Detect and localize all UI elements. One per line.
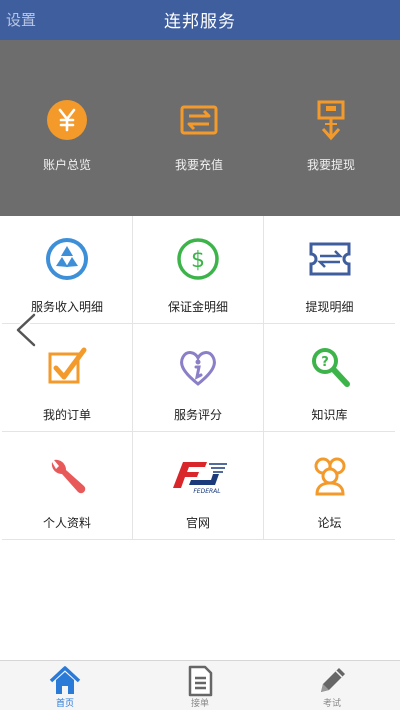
wrench-icon [51,459,86,494]
people-icon [314,457,345,496]
recharge-icon [180,105,218,135]
grid-item-official-site[interactable]: FEDERAL 官网 [133,432,264,540]
tab-exam[interactable]: 考试 [292,661,372,710]
heart-info-icon [180,351,216,386]
recharge-button[interactable]: 我要充值 [149,98,249,173]
tab-label: 考试 [322,699,341,709]
grid-item-label: 我的订单 [42,408,91,422]
magnifier-question-icon: ? [311,348,350,387]
tab-orders[interactable]: 接单 [160,661,240,710]
grid-item-label: 知识库 [311,408,348,422]
service-grid: 服务收入明细 $ 保证金明细 提现明细 我的订单 服务评分 ? 知识库 个人资料… [2,216,395,541]
grid-item-label: 服务评分 [173,408,222,422]
dollar-icon: $ [177,238,219,280]
withdraw-button[interactable]: 我要提现 [281,98,381,173]
grid-item-deposit[interactable]: $ 保证金明细 [133,216,264,324]
bottom-tab-bar: 首页 接单 考试 [0,660,400,710]
grid-item-label: 个人资料 [42,516,91,530]
withdraw-label: 我要提现 [306,158,355,172]
svg-text:FEDERAL: FEDERAL [193,488,220,495]
page-title: 连邦服务 [164,12,236,32]
grid-item-withdraw-detail[interactable]: 提现明细 [264,216,395,324]
svg-text:$: $ [191,248,205,273]
account-panel: 账户总览 我要充值 我要提现 [0,40,400,216]
transfer-ticket-icon [309,242,350,276]
checkbox-icon [48,347,87,384]
federal-logo-icon: FEDERAL [173,462,227,495]
account-overview-button[interactable]: 账户总览 [17,98,117,173]
grid-item-label: 提现明细 [305,300,354,314]
grid-item-label: 官网 [185,516,210,530]
recycle-icon [46,238,88,280]
grid-item-knowledge-base[interactable]: ? 知识库 [264,324,395,432]
pencil-icon [321,668,345,692]
grid-item-label: 保证金明细 [167,300,228,314]
recharge-label: 我要充值 [174,158,223,172]
grid-item-forum[interactable]: 论坛 [264,432,395,540]
tab-label: 接单 [190,699,209,709]
grid-item-profile[interactable]: 个人资料 [2,432,133,540]
title-bar: 设置 连邦服务 [0,0,400,40]
svg-text:?: ? [321,355,329,370]
grid-item-service-rating[interactable]: 服务评分 [133,324,264,432]
grid-item-service-income[interactable]: 服务收入明细 [2,216,133,324]
tab-home[interactable]: 首页 [25,661,105,710]
account-overview-label: 账户总览 [42,158,91,172]
grid-item-label: 论坛 [317,516,342,530]
withdraw-icon [317,100,345,141]
tab-label: 首页 [55,699,74,709]
chevron-left-icon[interactable] [12,312,40,348]
document-icon [188,665,213,697]
yen-icon [47,100,87,140]
home-icon [49,666,81,694]
